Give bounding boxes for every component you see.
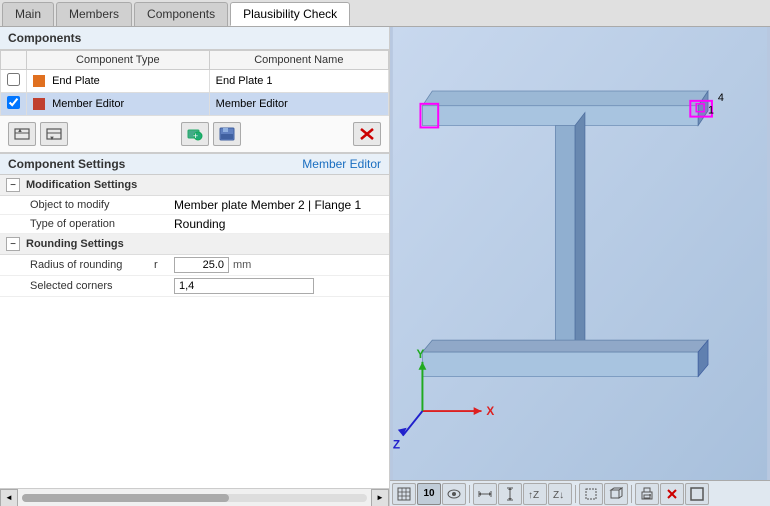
vt-print-button[interactable] — [635, 483, 659, 505]
settings-row-operation: Type of operation Rounding — [0, 215, 389, 234]
components-table: Component Type Component Name End Plate — [0, 50, 389, 116]
svg-text:Z: Z — [393, 437, 400, 451]
add-button[interactable]: + — [181, 122, 209, 146]
main-container: Main Members Components Plausibility Che… — [0, 0, 770, 506]
table-row[interactable]: Member Editor Member Editor — [1, 93, 389, 116]
vt-box-button[interactable] — [604, 483, 628, 505]
row-checkbox-cell[interactable] — [1, 70, 27, 93]
horizontal-scrollbar[interactable]: ◄ ► — [0, 488, 389, 506]
settings-row-object: Object to modify Member plate Member 2 |… — [0, 196, 389, 215]
components-toolbar: ▲ ▼ + — [0, 116, 389, 153]
svg-text:4: 4 — [718, 92, 724, 104]
vt-number-label: 10 — [423, 488, 434, 499]
modification-settings-label: Modification Settings — [26, 179, 137, 191]
svg-text:+: + — [192, 131, 197, 141]
color-indicator — [33, 98, 45, 110]
tab-components[interactable]: Components — [134, 2, 228, 26]
row-type: End Plate — [27, 70, 210, 93]
color-indicator — [33, 75, 45, 87]
move-down-button[interactable]: ▼ — [40, 122, 68, 146]
tab-bar: Main Members Components Plausibility Che… — [0, 0, 770, 27]
settings-row-corners: Selected corners — [0, 276, 389, 297]
delete-button[interactable] — [353, 122, 381, 146]
svg-text:↑Z: ↑Z — [528, 490, 539, 501]
row-checkbox-cell[interactable] — [1, 93, 27, 116]
scroll-right[interactable]: ► — [371, 489, 389, 506]
beam-3d-scene: 4 1 X Y Z — [390, 27, 770, 480]
col-check — [1, 51, 27, 70]
scroll-thumb[interactable] — [22, 494, 229, 502]
group-toggle-modification[interactable]: − — [6, 178, 20, 192]
svg-text:Z↓: Z↓ — [553, 490, 564, 501]
viewport-panel: 4 1 X Y Z — [390, 27, 770, 506]
value-corners — [174, 278, 389, 294]
scroll-track[interactable] — [22, 494, 367, 502]
vt-eye-button[interactable] — [442, 483, 466, 505]
tab-main[interactable]: Main — [2, 2, 54, 26]
vt-resize-h-button[interactable] — [473, 483, 497, 505]
corners-input[interactable] — [174, 278, 314, 294]
row-name: End Plate 1 — [209, 70, 388, 93]
row-checkbox[interactable] — [7, 96, 20, 109]
vt-sep3 — [631, 485, 632, 503]
radius-input[interactable] — [174, 257, 229, 273]
row-checkbox[interactable] — [7, 73, 20, 86]
vt-number-button[interactable]: 10 — [417, 483, 441, 505]
vt-z-down-button[interactable]: Z↓ — [548, 483, 572, 505]
svg-text:▲: ▲ — [17, 128, 23, 134]
rounding-settings-group: − Rounding Settings Radius of rounding r… — [0, 234, 389, 297]
tab-members[interactable]: Members — [56, 2, 132, 26]
svg-text:▼: ▼ — [49, 136, 55, 141]
value-object: Member plate Member 2 | Flange 1 — [174, 198, 389, 212]
key-radius: r — [154, 259, 174, 271]
content-area: Components Component Type Component Name — [0, 27, 770, 506]
move-up-button[interactable]: ▲ — [8, 122, 36, 146]
vt-rect-button[interactable] — [579, 483, 603, 505]
radius-unit: mm — [233, 259, 251, 271]
rounding-settings-label: Rounding Settings — [26, 238, 124, 250]
value-radius: mm — [174, 257, 389, 273]
svg-text:1: 1 — [708, 105, 714, 117]
group-toggle-rounding[interactable]: − — [6, 237, 20, 251]
save-button[interactable] — [213, 122, 241, 146]
vt-grid-button[interactable] — [392, 483, 416, 505]
value-operation: Rounding — [174, 217, 389, 231]
label-object: Object to modify — [24, 199, 154, 211]
settings-content: − Modification Settings Object to modify… — [0, 175, 389, 488]
vt-maximize-button[interactable] — [685, 483, 709, 505]
row-name: Member Editor — [209, 93, 388, 116]
label-radius: Radius of rounding — [24, 259, 154, 271]
table-row[interactable]: End Plate End Plate 1 — [1, 70, 389, 93]
vt-z-up-button[interactable]: ↑Z — [523, 483, 547, 505]
viewport-toolbar: 10 ↑Z Z↓ — [390, 480, 770, 506]
vt-sep1 — [469, 485, 470, 503]
svg-text:X: X — [486, 404, 494, 418]
modification-settings-group: − Modification Settings Object to modify… — [0, 175, 389, 234]
label-corners: Selected corners — [24, 280, 154, 292]
vt-close-button[interactable] — [660, 483, 684, 505]
rounding-settings-header[interactable]: − Rounding Settings — [0, 234, 389, 255]
settings-title: Component Settings — [8, 157, 125, 171]
settings-row-radius: Radius of rounding r mm — [0, 255, 389, 276]
col-name: Component Name — [209, 51, 388, 70]
left-panel: Components Component Type Component Name — [0, 27, 390, 506]
vt-sep2 — [575, 485, 576, 503]
vt-resize-v-button[interactable] — [498, 483, 522, 505]
col-type: Component Type — [27, 51, 210, 70]
svg-text:Y: Y — [417, 347, 425, 361]
settings-header: Component Settings Member Editor — [0, 153, 389, 175]
label-operation: Type of operation — [24, 218, 154, 230]
scroll-left[interactable]: ◄ — [0, 489, 18, 506]
components-header: Components — [0, 27, 389, 50]
settings-component-name: Member Editor — [302, 157, 381, 171]
tab-plausibility[interactable]: Plausibility Check — [230, 2, 350, 26]
modification-settings-header[interactable]: − Modification Settings — [0, 175, 389, 196]
row-type: Member Editor — [27, 93, 210, 116]
